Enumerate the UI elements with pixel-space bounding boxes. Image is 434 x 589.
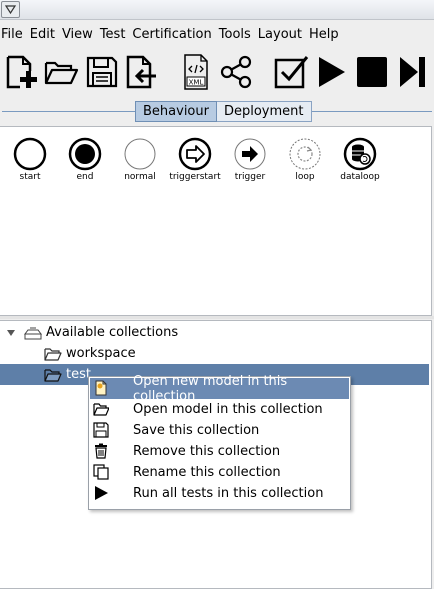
- palette-node-start[interactable]: start: [0, 137, 60, 182]
- palette-node-normal[interactable]: normal: [110, 137, 170, 182]
- run-button[interactable]: [314, 53, 350, 91]
- palette-node-trigger[interactable]: trigger: [220, 137, 280, 182]
- tree-item-label: workspace: [66, 346, 136, 361]
- chevron-down-icon: [4, 5, 17, 15]
- new-file-icon: [6, 55, 37, 89]
- dataloop-node-icon: [343, 137, 377, 171]
- menu-test[interactable]: Test: [100, 25, 130, 45]
- menu-item-open-new-model[interactable]: Open new model in this collection: [90, 374, 349, 404]
- save-icon: [86, 56, 118, 88]
- tree-expand-icon[interactable]: [6, 328, 16, 338]
- palette-node-label: end: [76, 172, 94, 182]
- menu-item-label: Save this collection: [133, 423, 260, 438]
- menu-edit[interactable]: Edit: [30, 25, 59, 45]
- open-folder-button[interactable]: [43, 53, 79, 91]
- menu-item-save-collection[interactable]: Save this collection: [90, 420, 349, 441]
- palette-node-label: dataloop: [340, 172, 380, 182]
- view-tabs: Behaviour Deployment: [135, 101, 312, 122]
- step-button[interactable]: [394, 53, 430, 91]
- stop-icon: [357, 57, 387, 87]
- palette-node-loop[interactable]: loop: [275, 137, 335, 182]
- menu-item-label: Rename this collection: [133, 465, 281, 480]
- step-forward-icon: [400, 57, 425, 87]
- xml-button[interactable]: XML: [178, 53, 214, 91]
- end-node-icon: [68, 137, 102, 171]
- menu-view[interactable]: View: [62, 25, 97, 45]
- menu-help[interactable]: Help: [309, 25, 343, 45]
- window-titlebar: [0, 0, 434, 20]
- checkbox-check-icon: [274, 56, 309, 89]
- folder-open-icon: [93, 403, 109, 416]
- palette-node-triggerstart[interactable]: triggerstart: [165, 137, 225, 182]
- node-palette: start end normal triggerstart trigger lo…: [0, 126, 432, 316]
- menu-item-remove-collection[interactable]: Remove this collection: [90, 441, 349, 462]
- tree-root-row[interactable]: Available collections: [6, 323, 178, 343]
- menu-item-open-model[interactable]: Open model in this collection: [90, 399, 349, 420]
- palette-node-label: start: [19, 172, 41, 182]
- palette-node-label: trigger: [234, 172, 266, 182]
- palette-node-end[interactable]: end: [55, 137, 115, 182]
- menu-certification[interactable]: Certification: [132, 25, 215, 45]
- certify-button[interactable]: [273, 53, 309, 91]
- tree-item-workspace[interactable]: workspace: [44, 344, 136, 364]
- tree-root-label: Available collections: [46, 325, 179, 340]
- share-button[interactable]: [218, 53, 254, 91]
- palette-node-dataloop[interactable]: dataloop: [330, 137, 390, 182]
- menu-item-label: Open model in this collection: [133, 402, 323, 417]
- save-icon: [93, 422, 109, 438]
- palette-node-label: normal: [124, 172, 156, 182]
- menu-item-label: Run all tests in this collection: [133, 486, 324, 501]
- folder-open-icon: [44, 61, 79, 85]
- folder-icon: [44, 369, 62, 382]
- xml-file-icon: XML: [184, 54, 208, 90]
- menu-item-label: Remove this collection: [133, 444, 281, 459]
- trigger-node-icon: [234, 138, 266, 170]
- trigger-start-node-icon: [178, 137, 212, 171]
- menu-item-rename-collection[interactable]: Rename this collection: [90, 462, 349, 483]
- menu-file[interactable]: File: [1, 25, 27, 45]
- xml-text: XML: [189, 79, 204, 87]
- rename-icon: [93, 464, 109, 480]
- menu-bar: File Edit View Test Certification Tools …: [0, 25, 434, 45]
- start-node-icon: [13, 137, 47, 171]
- menu-layout[interactable]: Layout: [258, 25, 306, 45]
- folder-icon: [44, 348, 62, 361]
- palette-node-label: loop: [295, 172, 315, 182]
- tab-deployment[interactable]: Deployment: [216, 101, 312, 122]
- save-button[interactable]: [84, 53, 120, 91]
- loop-node-icon: [289, 138, 321, 170]
- collections-icon: [24, 327, 42, 340]
- share-icon: [220, 55, 252, 89]
- main-toolbar: XML: [0, 50, 434, 94]
- export-file-icon: [126, 55, 156, 89]
- panel-splitter[interactable]: [0, 316, 434, 319]
- normal-node-icon: [124, 138, 156, 170]
- stop-button[interactable]: [354, 53, 390, 91]
- window-menu-button[interactable]: [1, 1, 20, 18]
- new-model-icon: [95, 380, 107, 396]
- play-icon: [319, 57, 345, 87]
- trash-icon: [95, 443, 107, 459]
- collection-context-menu: Open new model in this collection Open m…: [88, 374, 351, 510]
- play-icon: [95, 486, 108, 500]
- new-file-button[interactable]: [3, 53, 39, 91]
- menu-tools[interactable]: Tools: [219, 25, 255, 45]
- tree-item-test[interactable]: test: [44, 365, 91, 385]
- export-button[interactable]: [123, 53, 159, 91]
- palette-node-label: triggerstart: [169, 172, 221, 182]
- tab-behaviour[interactable]: Behaviour: [135, 101, 217, 122]
- menu-item-run-all-tests[interactable]: Run all tests in this collection: [90, 483, 349, 504]
